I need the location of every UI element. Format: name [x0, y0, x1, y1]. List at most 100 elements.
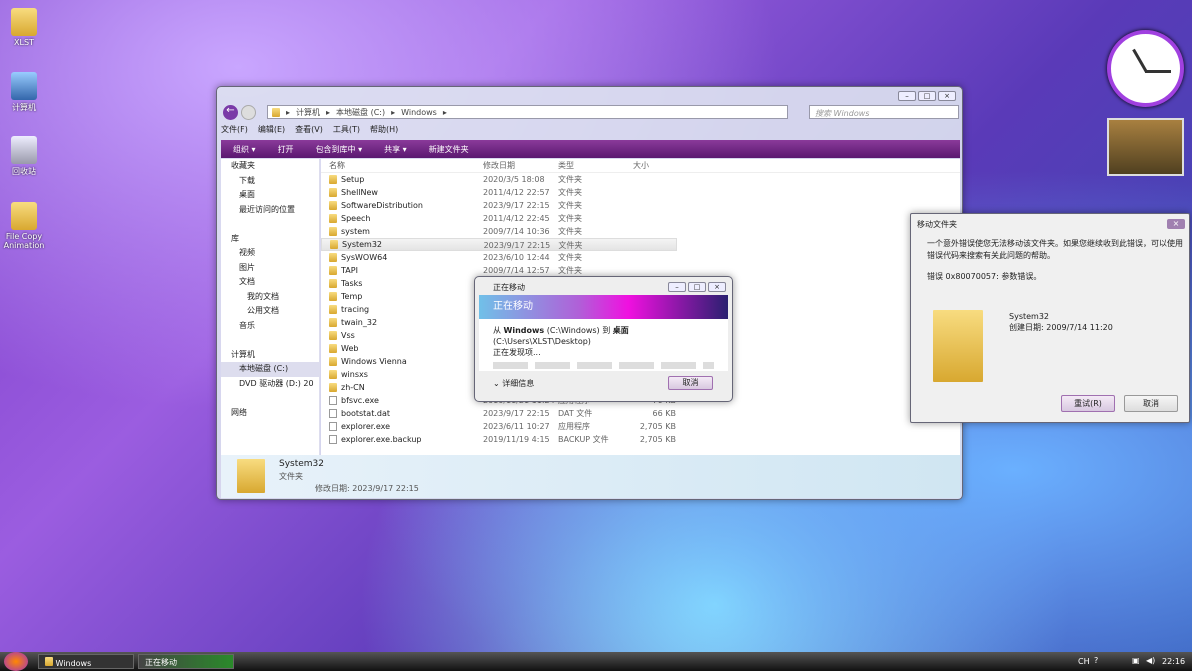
sidebar-item[interactable]: 公用文档 — [221, 304, 319, 319]
menu-help[interactable]: 帮助(H) — [370, 124, 398, 135]
text: 桌面 — [612, 326, 629, 335]
label: 正在移动 — [145, 658, 177, 667]
file-icon — [329, 409, 337, 418]
file-name: bootstat.dat — [341, 409, 391, 418]
desktop-icon-file-copy-animation[interactable]: File Copy Animation — [2, 202, 46, 250]
cancel-button[interactable]: 取消 — [668, 376, 713, 390]
menu-edit[interactable]: 编辑(E) — [258, 124, 285, 135]
sidebar-item[interactable]: 音乐 — [221, 319, 319, 334]
new-folder-button[interactable]: 新建文件夹 — [429, 144, 469, 155]
sidebar-item[interactable]: 本地磁盘 (C:) — [221, 362, 319, 377]
file-row[interactable]: System32 2023/9/17 22:15 文件夹 — [321, 238, 677, 251]
file-row[interactable]: SoftwareDistribution 2023/9/17 22:15 文件夹 — [321, 199, 960, 212]
sidebar-item[interactable]: 下载 — [221, 174, 319, 189]
desktop-icon-recycle-bin[interactable]: 回收站 — [2, 136, 46, 177]
file-type: 文件夹 — [558, 253, 582, 262]
sidebar-item[interactable]: 我的文档 — [221, 290, 319, 305]
file-row[interactable]: system 2009/7/14 10:36 文件夹 — [321, 225, 960, 238]
file-row[interactable]: explorer.exe 2023/6/11 10:27 应用程序 2,705 KB — [321, 420, 960, 433]
minimize-button[interactable]: – — [898, 91, 916, 101]
help-icon[interactable]: ? — [1094, 656, 1098, 665]
maximize-button[interactable]: □ — [918, 91, 936, 101]
more-details-toggle[interactable]: ⌄ 详细信息 — [493, 378, 534, 389]
file-date: 2023/9/17 22:15 — [483, 241, 551, 250]
sidebar-item[interactable]: 计算机 — [221, 348, 319, 363]
file-date: 2009/7/14 10:36 — [483, 227, 550, 236]
sidebar-item[interactable]: 网络 — [221, 406, 319, 421]
sidebar-item[interactable]: DVD 驱动器 (D:) 20 — [221, 377, 319, 392]
progress-banner: 正在移动 — [479, 295, 728, 319]
sidebar-item[interactable]: 库 — [221, 232, 319, 247]
file-row[interactable]: Speech 2011/4/12 22:45 文件夹 — [321, 212, 960, 225]
file-type: DAT 文件 — [558, 409, 593, 418]
sidebar-item[interactable]: 图片 — [221, 261, 319, 276]
details-pane: System32 文件夹 修改日期: 2023/9/17 22:15 — [221, 455, 960, 498]
share-button[interactable]: 共享 ▾ — [384, 144, 407, 155]
clock[interactable]: 22:16 — [1162, 657, 1185, 666]
file-row[interactable]: bootstat.dat 2023/9/17 22:15 DAT 文件 66 KB — [321, 407, 960, 420]
file-row[interactable]: SysWOW64 2023/6/10 12:44 文件夹 — [321, 251, 960, 264]
file-row[interactable]: Setup 2020/3/5 18:08 文件夹 — [321, 173, 960, 186]
include-in-library-button[interactable]: 包含到库中 ▾ — [316, 144, 363, 155]
file-name: Speech — [341, 214, 371, 223]
volume-icon[interactable]: ◀) — [1146, 656, 1155, 665]
taskbar-item-windows[interactable]: Windows — [38, 654, 134, 669]
search-input[interactable]: 搜索 Windows — [809, 105, 959, 119]
clock-gadget[interactable] — [1107, 30, 1184, 107]
breadcrumb-windows[interactable]: Windows — [401, 108, 437, 117]
close-button[interactable]: × — [1167, 219, 1185, 229]
organize-button[interactable]: 组织 ▾ — [233, 144, 256, 155]
file-date: 2023/9/17 22:15 — [483, 409, 550, 418]
column-name[interactable]: 名称 — [321, 159, 483, 172]
close-button[interactable]: × — [708, 282, 726, 292]
cancel-button[interactable]: 取消 — [1124, 395, 1178, 412]
back-button[interactable]: ← — [223, 105, 238, 120]
file-name: zh-CN — [341, 383, 365, 392]
forward-button[interactable] — [241, 105, 256, 120]
close-button[interactable]: × — [938, 91, 956, 101]
desktop-icon-computer[interactable]: 计算机 — [2, 72, 46, 113]
error-dialog: 移动文件夹 × 一个意外错误使您无法移动该文件夹。如果您继续收到此错误，可以使用… — [910, 213, 1190, 423]
folder-icon — [329, 357, 337, 366]
details-modified: 修改日期: 2023/9/17 22:15 — [315, 484, 419, 493]
column-type[interactable]: 类型 — [558, 159, 633, 172]
network-icon[interactable]: ▣ — [1132, 656, 1140, 665]
file-icon — [329, 435, 337, 444]
menu-file[interactable]: 文件(F) — [221, 124, 248, 135]
file-name: Web — [341, 344, 359, 353]
open-button[interactable]: 打开 — [278, 144, 294, 155]
sidebar-item[interactable]: 视频 — [221, 246, 319, 261]
retry-button[interactable]: 重试(R) — [1061, 395, 1115, 412]
sidebar-item — [221, 391, 319, 406]
maximize-button[interactable]: □ — [688, 282, 706, 292]
menu-tools[interactable]: 工具(T) — [333, 124, 360, 135]
column-date[interactable]: 修改日期 — [483, 159, 558, 172]
sidebar-item[interactable]: 最近访问的位置 — [221, 203, 319, 218]
folder-icon — [237, 459, 265, 493]
language-indicator[interactable]: CH — [1078, 657, 1090, 666]
file-type: 文件夹 — [558, 214, 582, 223]
file-name: SoftwareDistribution — [341, 201, 423, 210]
desktop-icon-xlst[interactable]: XLST — [2, 8, 46, 47]
sidebar-item[interactable]: 收藏夹 — [221, 159, 319, 174]
taskbar-item-moving[interactable]: 正在移动 — [138, 654, 234, 669]
file-name: system — [341, 227, 370, 236]
taskbar: Windows 正在移动 CH ? ▣ ◀) 22:16 — [0, 652, 1192, 671]
sidebar-item[interactable]: 文档 — [221, 275, 319, 290]
start-button[interactable] — [4, 652, 28, 671]
file-date: 2019/11/19 4:15 — [483, 435, 550, 444]
file-row[interactable]: ShellNew 2011/4/12 22:57 文件夹 — [321, 186, 960, 199]
menu-view[interactable]: 查看(V) — [295, 124, 323, 135]
slideshow-gadget[interactable] — [1107, 118, 1184, 176]
sidebar-item[interactable]: 桌面 — [221, 188, 319, 203]
file-row[interactable]: explorer.exe.backup 2019/11/19 4:15 BACKUP… — [321, 433, 960, 446]
column-size[interactable]: 大小 — [633, 159, 676, 172]
computer-icon — [11, 72, 37, 100]
item-created: 创建日期: 2009/7/14 11:20 — [1009, 323, 1113, 332]
breadcrumb-computer[interactable]: 计算机 — [296, 107, 320, 118]
item-name: System32 — [1009, 312, 1050, 321]
address-bar[interactable]: ▸ 计算机 ▸ 本地磁盘 (C:) ▸ Windows ▸ — [267, 105, 788, 119]
breadcrumb-drive-c[interactable]: 本地磁盘 (C:) — [336, 107, 385, 118]
minimize-button[interactable]: – — [668, 282, 686, 292]
file-type: 文件夹 — [558, 241, 583, 250]
